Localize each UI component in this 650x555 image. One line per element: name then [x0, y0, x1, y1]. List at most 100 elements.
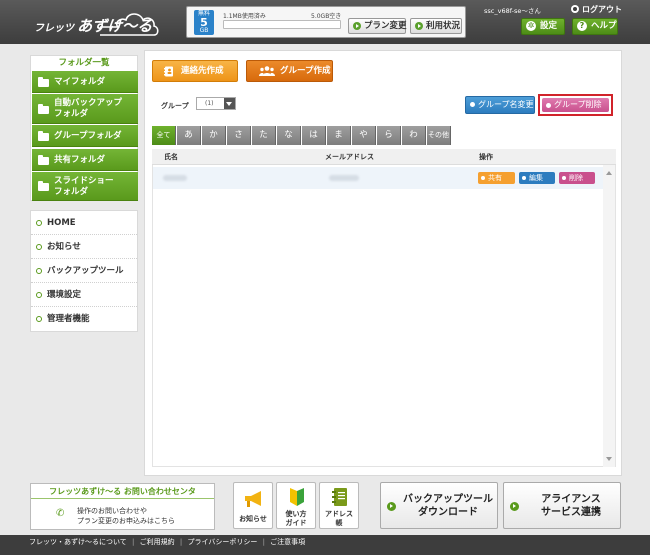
table-scrollbar[interactable]	[603, 165, 615, 467]
column-actions: 操作	[479, 153, 493, 161]
contact-table-body: 共有 編集 削除	[152, 165, 616, 467]
circle-bullet-icon	[481, 175, 485, 180]
beginner-mark-icon	[290, 488, 304, 506]
scroll-up-icon[interactable]	[606, 171, 612, 175]
address-card-icon	[164, 66, 173, 77]
column-name: 氏名	[164, 153, 178, 161]
kana-tab-ya[interactable]: や	[352, 126, 376, 145]
address-book-icon	[332, 488, 347, 506]
main-panel: 連絡先作成 グループ作成 グループ (1) グループ名変更 グループ削除 全て …	[144, 50, 622, 476]
arrow-circle-icon	[387, 502, 396, 511]
question-icon: ?	[577, 21, 587, 31]
folder-list: フォルダ一覧 マイフォルダ 自動バックアップ フォルダ グループフォルダ 共有フ…	[30, 55, 138, 201]
kana-tab-other[interactable]: その他	[427, 126, 451, 145]
storage-free-text: 5.0GB空き	[311, 13, 342, 20]
group-label: グループ	[161, 102, 189, 110]
arrow-circle-icon	[510, 502, 519, 511]
folder-list-title: フォルダ一覧	[58, 58, 110, 68]
logo-text-big: あずけ〜る	[77, 17, 153, 35]
header-bar: フレッツ あずけ〜る 無料 5 GB 1.1MB使用済み 5.0GB空き プラン…	[0, 0, 650, 44]
folder-icon	[38, 155, 49, 165]
folder-icon	[38, 104, 49, 114]
sidebar-folder-shared[interactable]: 共有フォルダ	[32, 149, 138, 171]
group-select[interactable]: (1)	[196, 97, 236, 110]
circle-bullet-icon	[36, 268, 42, 274]
kana-tab-ka[interactable]: か	[202, 126, 226, 145]
sidebar-link-news[interactable]: お知らせ	[31, 235, 137, 259]
notice-tile[interactable]: お知らせ	[233, 482, 273, 529]
logo-text-small: フレッツ	[34, 23, 74, 34]
storage-widget: 無料 5 GB 1.1MB使用済み 5.0GB空き プラン変更 利用状況	[186, 6, 466, 38]
table-row[interactable]: 共有 編集 削除	[153, 167, 604, 189]
help-button[interactable]: ? ヘルプ	[572, 18, 618, 35]
support-center-box[interactable]: フレッツあずけ〜る お問い合わせセンタ ✆ 操作のお問い合わせや プラン変更のお…	[30, 483, 215, 530]
gear-icon: ✲	[526, 21, 536, 31]
free-plan-badge: 無料 5 GB	[194, 10, 214, 35]
plan-change-button[interactable]: プラン変更	[348, 18, 407, 34]
create-contact-button[interactable]: 連絡先作成	[152, 60, 238, 82]
footer-link-about[interactable]: フレッツ・あずけ〜るについて	[29, 538, 127, 546]
settings-button[interactable]: ✲ 設定	[521, 18, 565, 35]
circle-bullet-icon	[522, 175, 526, 180]
kana-tab-ra[interactable]: ら	[377, 126, 401, 145]
sidebar-folder-auto-backup[interactable]: 自動バックアップ フォルダ	[32, 94, 138, 124]
kana-tab-na[interactable]: な	[277, 126, 301, 145]
sidebar-link-home[interactable]: HOME	[31, 211, 137, 235]
support-center-title: フレッツあずけ〜る お問い合わせセンタ	[31, 484, 214, 499]
kana-tab-ma[interactable]: ま	[327, 126, 351, 145]
contact-table-header: 氏名 メールアドレス 操作	[152, 149, 616, 165]
footer-link-notes[interactable]: ご注意事項	[270, 538, 305, 546]
circle-bullet-icon	[470, 102, 475, 107]
logout-link[interactable]: ログアウト	[571, 4, 622, 15]
phone-icon: ✆	[56, 508, 65, 519]
brand-logo[interactable]: フレッツ あずけ〜る	[30, 7, 160, 37]
support-center-text: 操作のお問い合わせや プラン変更のお申込みはこちら	[77, 507, 175, 525]
circle-bullet-icon	[36, 220, 42, 226]
kana-tab-wa[interactable]: わ	[402, 126, 426, 145]
blurred-email	[329, 175, 359, 181]
storage-used-text: 1.1MB使用済み	[223, 13, 266, 20]
create-group-button[interactable]: グループ作成	[246, 60, 333, 82]
kana-tab-sa[interactable]: さ	[227, 126, 251, 145]
kana-tab-ta[interactable]: た	[252, 126, 276, 145]
sidebar-link-backup-tool[interactable]: バックアップツール	[31, 259, 137, 283]
kana-tab-ha[interactable]: は	[302, 126, 326, 145]
sidebar-folder-my[interactable]: マイフォルダ	[32, 71, 138, 93]
circle-bullet-icon	[36, 244, 42, 250]
rename-group-button[interactable]: グループ名変更	[465, 96, 535, 114]
footer-link-terms[interactable]: ご利用規約	[140, 538, 175, 546]
scroll-down-icon[interactable]	[606, 457, 612, 461]
users-icon	[259, 66, 275, 76]
sidebar: フォルダ一覧 マイフォルダ 自動バックアップ フォルダ グループフォルダ 共有フ…	[30, 55, 138, 332]
user-name: ssc_v68f-se〜さん	[484, 7, 541, 15]
circle-bullet-icon	[36, 292, 42, 298]
arrow-circle-icon	[415, 22, 423, 30]
megaphone-icon	[245, 491, 261, 507]
folder-icon	[38, 181, 49, 191]
sidebar-folder-slideshow[interactable]: スライドショー フォルダ	[32, 172, 138, 201]
chevron-down-icon	[224, 98, 235, 109]
share-button[interactable]: 共有	[478, 172, 515, 184]
footer: フレッツ・あずけ〜るについて | ご利用規約 | プライバシーポリシー | ご注…	[0, 535, 650, 555]
kana-tab-a[interactable]: あ	[177, 126, 201, 145]
kana-tab-all[interactable]: 全て	[152, 126, 176, 145]
sidebar-folder-group[interactable]: グループフォルダ	[32, 125, 138, 147]
user-guide-tile[interactable]: 使い方 ガイド	[276, 482, 316, 529]
circle-bullet-icon	[546, 102, 551, 108]
sidebar-link-admin[interactable]: 管理者機能	[31, 307, 137, 331]
edit-button[interactable]: 編集	[519, 172, 555, 184]
delete-group-button[interactable]: グループ削除	[542, 98, 609, 112]
folder-icon	[38, 131, 49, 141]
circle-bullet-icon	[36, 316, 42, 322]
sidebar-link-settings[interactable]: 環境設定	[31, 283, 137, 307]
arrow-circle-icon	[353, 22, 361, 30]
footer-link-privacy[interactable]: プライバシーポリシー	[187, 538, 257, 546]
storage-progress-bar	[223, 20, 341, 29]
backup-tool-download-button[interactable]: バックアップツール ダウンロード	[380, 482, 498, 529]
blurred-name	[163, 175, 187, 181]
usage-status-button[interactable]: 利用状況	[410, 18, 462, 34]
alliance-service-button[interactable]: アライアンス サービス連携	[503, 482, 621, 529]
delete-button[interactable]: 削除	[559, 172, 595, 184]
address-book-tile[interactable]: アドレス 帳	[319, 482, 359, 529]
sidebar-links: HOME お知らせ バックアップツール 環境設定 管理者機能	[30, 210, 138, 332]
